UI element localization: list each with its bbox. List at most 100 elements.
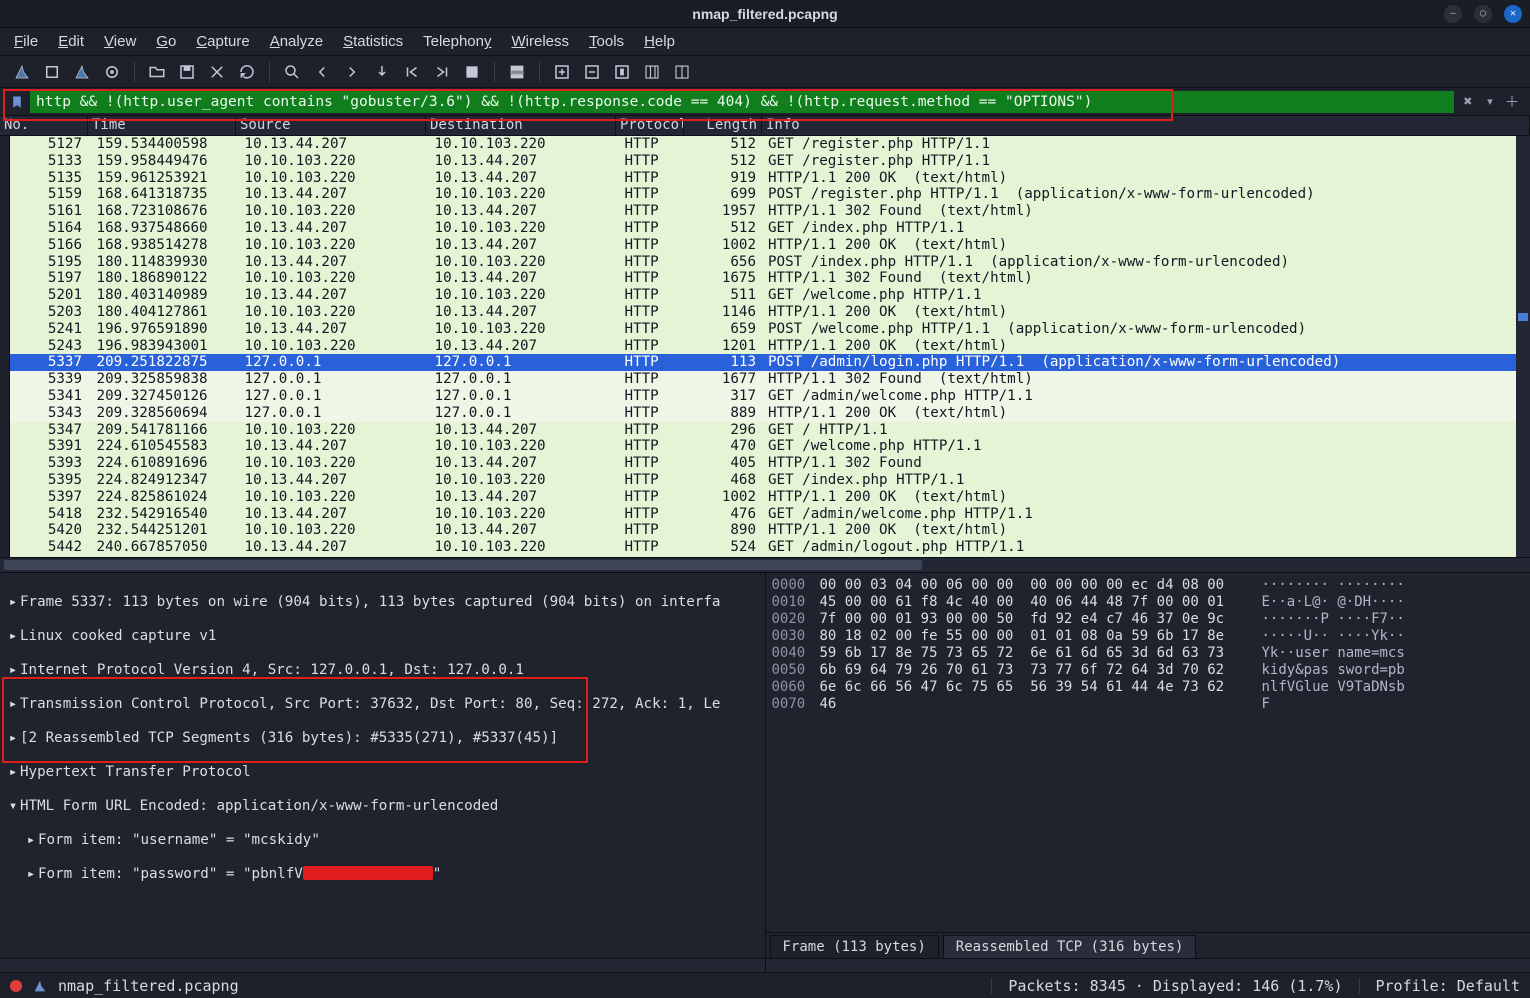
detail-http[interactable]: Hypertext Transfer Protocol — [20, 764, 251, 781]
packet-bytes-pane[interactable]: 000000 00 03 04 00 06 00 00 00 00 00 00 … — [766, 573, 1530, 972]
details-hscrollbar[interactable] — [0, 958, 765, 972]
packet-row[interactable]: 5159 168.641318735 10.13.44.207 10.10.10… — [0, 186, 1530, 203]
expert-info-icon[interactable] — [10, 980, 22, 992]
filter-add-icon[interactable]: ＋ — [1502, 92, 1522, 112]
packet-row[interactable]: 5393 224.610891696 10.10.103.220 10.13.4… — [0, 455, 1530, 472]
packet-row[interactable]: 5347 209.541781166 10.10.103.220 10.13.4… — [0, 422, 1530, 439]
hex-line[interactable]: 00606e 6c 66 56 47 6c 75 65 56 39 54 61 … — [772, 679, 1525, 696]
detail-reasm[interactable]: [2 Reassembled TCP Segments (316 bytes):… — [20, 730, 558, 747]
detail-form-password[interactable]: Form item: "password" = "pbnlfV" — [38, 866, 441, 883]
column-header-no[interactable]: No. — [0, 116, 88, 135]
close-file-icon[interactable] — [205, 60, 229, 84]
packet-list-hscrollbar[interactable] — [0, 557, 1530, 572]
packet-row[interactable]: 5243 196.983943001 10.10.103.220 10.13.4… — [0, 338, 1530, 355]
hex-line[interactable]: 00506b 69 64 79 26 70 61 73 73 77 6f 72 … — [772, 662, 1525, 679]
colorize-icon[interactable] — [505, 60, 529, 84]
detail-form-username[interactable]: Form item: "username" = "mcskidy" — [38, 832, 320, 849]
column-header-destination[interactable]: Destination — [426, 116, 616, 135]
status-profile[interactable]: Profile: Default — [1376, 977, 1521, 995]
autoscroll-icon[interactable] — [460, 60, 484, 84]
reload-icon[interactable] — [235, 60, 259, 84]
detail-sll[interactable]: Linux cooked capture v1 — [20, 628, 216, 645]
close-button[interactable]: ✕ — [1504, 5, 1522, 23]
packet-details-body[interactable]: ▸Frame 5337: 113 bytes on wire (904 bits… — [0, 573, 765, 933]
packet-row[interactable]: 5203 180.404127861 10.10.103.220 10.13.4… — [0, 304, 1530, 321]
packet-row[interactable]: 5161 168.723108676 10.10.103.220 10.13.4… — [0, 203, 1530, 220]
packet-bytes-body[interactable]: 000000 00 03 04 00 06 00 00 00 00 00 00 … — [766, 573, 1530, 717]
packet-row[interactable]: 5391 224.610545583 10.13.44.207 10.10.10… — [0, 438, 1530, 455]
hex-line[interactable]: 000000 00 03 04 00 06 00 00 00 00 00 00 … — [772, 577, 1525, 594]
packet-row[interactable]: 5343 209.328560694 127.0.0.1 127.0.0.1 H… — [0, 405, 1530, 422]
packet-row[interactable]: 5397 224.825861024 10.10.103.220 10.13.4… — [0, 489, 1530, 506]
packet-row[interactable]: 5195 180.114839930 10.13.44.207 10.10.10… — [0, 254, 1530, 271]
filter-clear-icon[interactable]: ✖ — [1458, 92, 1478, 112]
packet-list-body[interactable]: 5127 159.534400598 10.13.44.207 10.10.10… — [0, 136, 1530, 557]
menu-capture[interactable]: Capture — [196, 33, 249, 50]
bytes-tab-frame[interactable]: Frame (113 bytes) — [770, 935, 939, 958]
maximize-button[interactable]: ◯ — [1474, 5, 1492, 23]
packet-row[interactable]: 5201 180.403140989 10.13.44.207 10.10.10… — [0, 287, 1530, 304]
display-filter-input[interactable] — [30, 91, 1454, 113]
packet-row[interactable]: 5164 168.937548660 10.13.44.207 10.10.10… — [0, 220, 1530, 237]
packet-row[interactable]: 5444 240.670898810 10.10.103.220 10.13.4… — [0, 556, 1530, 557]
go-to-packet-icon[interactable] — [370, 60, 394, 84]
minimize-button[interactable]: – — [1444, 5, 1462, 23]
detail-frame[interactable]: Frame 5337: 113 bytes on wire (904 bits)… — [20, 594, 720, 611]
bytes-tab-reassembled[interactable]: Reassembled TCP (316 bytes) — [943, 935, 1197, 958]
menu-statistics[interactable]: Statistics — [343, 33, 403, 50]
go-first-icon[interactable] — [400, 60, 424, 84]
column-header-info[interactable]: Info — [762, 116, 1530, 135]
start-capture-icon[interactable] — [10, 60, 34, 84]
column-header-source[interactable]: Source — [236, 116, 426, 135]
packet-list-vscrollbar[interactable] — [1516, 136, 1530, 557]
zoom-out-icon[interactable] — [580, 60, 604, 84]
menu-view[interactable]: View — [104, 33, 136, 50]
menu-help[interactable]: Help — [644, 33, 675, 50]
packet-details-pane[interactable]: ▸Frame 5337: 113 bytes on wire (904 bits… — [0, 573, 766, 972]
hex-line[interactable]: 004059 6b 17 8e 75 73 65 72 6e 61 6d 65 … — [772, 645, 1525, 662]
packet-row[interactable]: 5166 168.938514278 10.10.103.220 10.13.4… — [0, 237, 1530, 254]
menu-edit[interactable]: Edit — [58, 33, 84, 50]
filter-bookmark-icon[interactable] — [8, 93, 26, 111]
packet-row[interactable]: 5337 209.251822875 127.0.0.1 127.0.0.1 H… — [0, 354, 1530, 371]
column-header-time[interactable]: Time — [88, 116, 236, 135]
resize-columns-icon[interactable] — [640, 60, 664, 84]
go-forward-icon[interactable] — [340, 60, 364, 84]
bytes-hscrollbar[interactable] — [766, 958, 1530, 972]
packet-row[interactable]: 5420 232.544251201 10.10.103.220 10.13.4… — [0, 522, 1530, 539]
packet-row[interactable]: 5395 224.824912347 10.13.44.207 10.10.10… — [0, 472, 1530, 489]
packet-row[interactable]: 5133 159.958449476 10.10.103.220 10.13.4… — [0, 153, 1530, 170]
packet-row[interactable]: 5197 180.186890122 10.10.103.220 10.13.4… — [0, 270, 1530, 287]
zoom-in-icon[interactable] — [550, 60, 574, 84]
packet-list-header[interactable]: No. Time Source Destination Protocol Len… — [0, 116, 1530, 136]
menu-file[interactable]: File — [14, 33, 38, 50]
packet-row[interactable]: 5442 240.667857050 10.13.44.207 10.10.10… — [0, 539, 1530, 556]
column-header-length[interactable]: Length — [684, 116, 762, 135]
packet-row[interactable]: 5418 232.542916540 10.13.44.207 10.10.10… — [0, 506, 1530, 523]
detail-ip[interactable]: Internet Protocol Version 4, Src: 127.0.… — [20, 662, 524, 679]
capture-options-icon[interactable] — [100, 60, 124, 84]
open-file-icon[interactable] — [145, 60, 169, 84]
find-icon[interactable] — [280, 60, 304, 84]
zoom-reset-icon[interactable] — [610, 60, 634, 84]
packet-row[interactable]: 5341 209.327450126 127.0.0.1 127.0.0.1 H… — [0, 388, 1530, 405]
stop-capture-icon[interactable] — [40, 60, 64, 84]
menu-analyze[interactable]: Analyze — [270, 33, 323, 50]
menu-go[interactable]: Go — [156, 33, 176, 50]
packet-row[interactable]: 5339 209.325859838 127.0.0.1 127.0.0.1 H… — [0, 371, 1530, 388]
menu-tools[interactable]: Tools — [589, 33, 624, 50]
go-back-icon[interactable] — [310, 60, 334, 84]
hex-line[interactable]: 001045 00 00 61 f8 4c 40 00 40 06 44 48 … — [772, 594, 1525, 611]
restart-capture-icon[interactable] — [70, 60, 94, 84]
detail-tcp[interactable]: Transmission Control Protocol, Src Port:… — [20, 696, 720, 713]
detail-form-header[interactable]: HTML Form URL Encoded: application/x-www… — [20, 798, 498, 815]
column-header-protocol[interactable]: Protocol — [616, 116, 684, 135]
save-file-icon[interactable] — [175, 60, 199, 84]
hex-line[interactable]: 00207f 00 00 01 93 00 00 50 fd 92 e4 c7 … — [772, 611, 1525, 628]
packet-row[interactable]: 5135 159.961253921 10.10.103.220 10.13.4… — [0, 170, 1530, 187]
packet-row[interactable]: 5127 159.534400598 10.13.44.207 10.10.10… — [0, 136, 1530, 153]
hex-line[interactable]: 003080 18 02 00 fe 55 00 00 01 01 08 0a … — [772, 628, 1525, 645]
menu-wireless[interactable]: Wireless — [512, 33, 570, 50]
resize-columns-2-icon[interactable] — [670, 60, 694, 84]
hex-line[interactable]: 007046 F — [772, 696, 1525, 713]
